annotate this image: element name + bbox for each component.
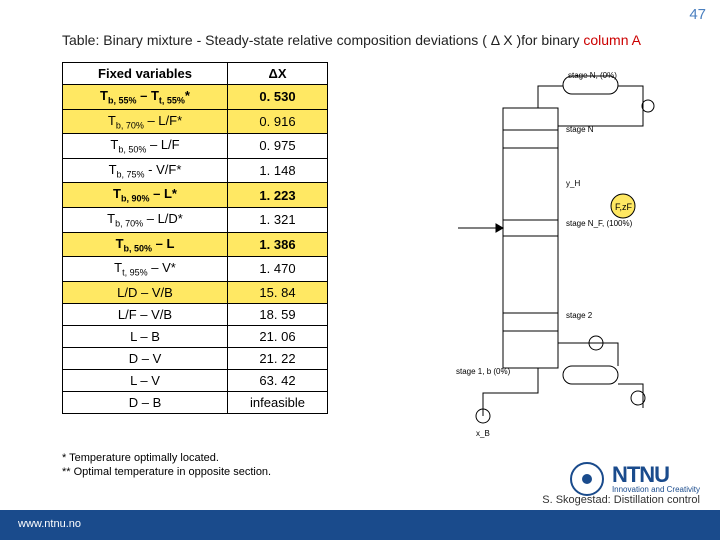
caption-symbol: Δ X	[491, 32, 513, 48]
table-row: L/F – V/B18. 59	[63, 303, 328, 325]
col2-header: ΔX	[228, 63, 328, 85]
svg-text:y_H: y_H	[566, 179, 580, 188]
dx-cell: 63. 42	[228, 369, 328, 391]
fixed-var-cell: Tb, 70% – L/F*	[63, 109, 228, 134]
table-row: Tb, 90% – L*1. 223	[63, 183, 328, 208]
dx-cell: 15. 84	[228, 281, 328, 303]
table-row: L/D – V/B15. 84	[63, 281, 328, 303]
fixed-var-cell: Tb, 75% - V/F*	[63, 158, 228, 183]
fixed-var-cell: D – V	[63, 347, 228, 369]
data-table: Fixed variables ΔX Tb, 55% – Tt, 55%*0. …	[62, 62, 328, 414]
dx-cell: 18. 59	[228, 303, 328, 325]
dx-cell: 1. 321	[228, 207, 328, 232]
caption-pre: Table: Binary mixture - Steady-state rel…	[62, 32, 487, 48]
fixed-var-cell: Tb, 90% – L*	[63, 183, 228, 208]
table-row: L – B21. 06	[63, 325, 328, 347]
table-row: L – V63. 42	[63, 369, 328, 391]
table-row: Tb, 75% - V/F*1. 148	[63, 158, 328, 183]
table-row: Tb, 70% – L/F*0. 916	[63, 109, 328, 134]
table-row: Tb, 50% – L/F0. 975	[63, 134, 328, 159]
table-row: Tb, 55% – Tt, 55%*0. 530	[63, 85, 328, 110]
table-row: D – V21. 22	[63, 347, 328, 369]
svg-text:x_B: x_B	[476, 429, 490, 438]
fixed-var-cell: Tb, 70% – L/D*	[63, 207, 228, 232]
ntnu-logo: NTNU Innovation and Creativity	[570, 462, 700, 496]
dx-cell: 0. 975	[228, 134, 328, 159]
table-row: Tb, 70% – L/D*1. 321	[63, 207, 328, 232]
dx-cell: 21. 06	[228, 325, 328, 347]
fixed-var-cell: L/F – V/B	[63, 303, 228, 325]
footnote-1: * Temperature optimally located.	[62, 452, 362, 466]
table-row: D – Binfeasible	[63, 391, 328, 413]
svg-text:stage N: stage N	[566, 125, 594, 134]
dx-cell: 1. 148	[228, 158, 328, 183]
table-caption: Table: Binary mixture - Steady-state rel…	[62, 32, 641, 48]
fixed-var-cell: L – V	[63, 369, 228, 391]
dx-cell: 1. 386	[228, 232, 328, 257]
table-row: Tt, 95% – V*1. 470	[63, 257, 328, 282]
svg-text:F,zF: F,zF	[615, 202, 633, 212]
dx-cell: 0. 916	[228, 109, 328, 134]
credit-line: S. Skogestad: Distillation control	[542, 494, 700, 506]
footer-link[interactable]: www.ntnu.no	[18, 518, 81, 530]
svg-text:stage 1, b (0%): stage 1, b (0%)	[456, 367, 511, 376]
footer-bar: www.ntnu.no	[0, 510, 720, 540]
dx-cell: 21. 22	[228, 347, 328, 369]
fixed-var-cell: D – B	[63, 391, 228, 413]
ntnu-logo-icon	[570, 462, 604, 496]
caption-highlight: column A	[583, 32, 641, 48]
fixed-var-cell: Tb, 50% – L/F	[63, 134, 228, 159]
ntnu-tagline: Innovation and Creativity	[612, 486, 700, 494]
column-diagram: F,zF stage N, (0%) stage N y_H stage N_F…	[448, 68, 673, 448]
fixed-var-cell: L/D – V/B	[63, 281, 228, 303]
dx-cell: 1. 223	[228, 183, 328, 208]
fixed-var-cell: Tb, 55% – Tt, 55%*	[63, 85, 228, 110]
col1-header: Fixed variables	[63, 63, 228, 85]
caption-post: )for binary	[516, 32, 583, 48]
dx-cell: 0. 530	[228, 85, 328, 110]
dx-cell: 1. 470	[228, 257, 328, 282]
svg-text:stage 2: stage 2	[566, 311, 593, 320]
footnote: * Temperature optimally located. ** Opti…	[62, 452, 362, 480]
footnote-2: ** Optimal temperature in opposite secti…	[62, 466, 362, 480]
fixed-var-cell: L – B	[63, 325, 228, 347]
fixed-var-cell: Tb, 50% – L	[63, 232, 228, 257]
fixed-var-cell: Tt, 95% – V*	[63, 257, 228, 282]
table-row: Tb, 50% – L1. 386	[63, 232, 328, 257]
page-number: 47	[689, 6, 706, 23]
ntnu-label: NTNU	[612, 464, 700, 486]
dx-cell: infeasible	[228, 391, 328, 413]
svg-text:stage N_F, (100%): stage N_F, (100%)	[566, 219, 633, 228]
svg-text:stage N, (0%): stage N, (0%)	[568, 71, 617, 80]
